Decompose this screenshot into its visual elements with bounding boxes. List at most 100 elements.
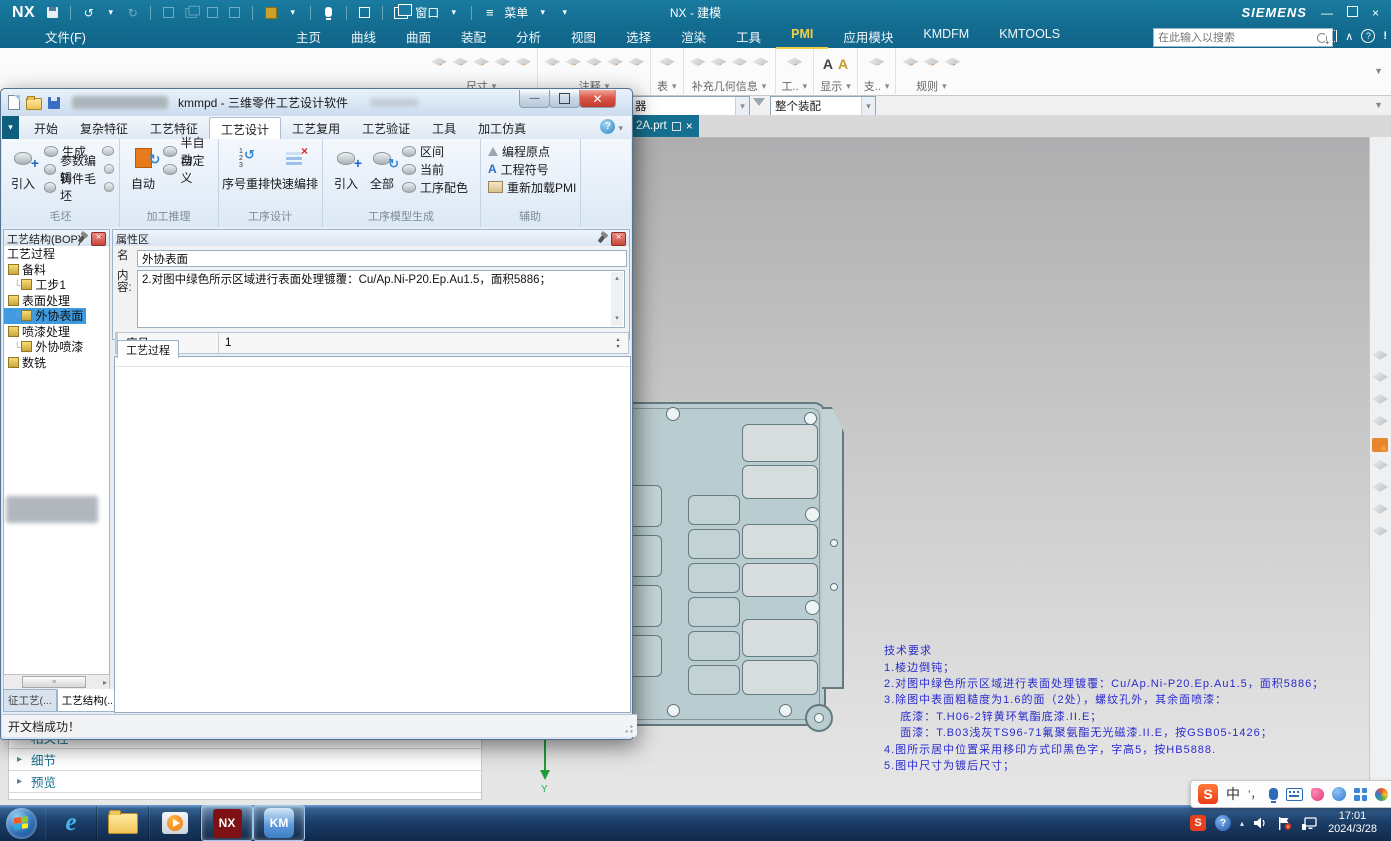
navigator-section-header[interactable]: 细节: [9, 749, 481, 771]
tree-item[interactable]: 外协喷漆: [4, 339, 86, 355]
action-center-flag-icon[interactable]: ×: [1277, 816, 1292, 831]
operation-color-button[interactable]: 工序配色: [402, 178, 478, 196]
tree-item[interactable]: 外协表面: [4, 308, 86, 324]
taskbar-km-button[interactable]: KM: [253, 805, 305, 841]
redo-icon[interactable]: [125, 5, 140, 20]
all-button[interactable]: 全部: [362, 143, 402, 192]
help-tray-icon[interactable]: ?: [1215, 815, 1231, 831]
tree-item[interactable]: 备料: [4, 262, 49, 278]
open-file-icon[interactable]: [26, 98, 42, 110]
selection-filter-combo[interactable]: 器: [630, 96, 750, 116]
scroll-right-icon[interactable]: [103, 678, 109, 687]
minimize-button[interactable]: —: [1321, 6, 1333, 20]
sogou-logo[interactable]: S: [1198, 784, 1218, 804]
dialog-tab[interactable]: 复杂特征: [69, 117, 139, 139]
ribbon-tab[interactable]: 曲线: [336, 24, 391, 49]
tree-item[interactable]: 工步1: [4, 277, 69, 293]
save-file-icon[interactable]: [48, 97, 60, 109]
ribbon-tab[interactable]: 应用模块: [828, 24, 908, 49]
bop-bottom-tab[interactable]: 征工艺(...: [3, 689, 57, 712]
reload-pmi-button[interactable]: 重新加载PMI: [488, 178, 578, 196]
pmi-measure-tool-icon[interactable]: [1372, 416, 1388, 430]
pmi-table-icon[interactable]: [659, 58, 675, 70]
recent-command-dropdown-icon[interactable]: [285, 5, 300, 20]
pmi-annotation-icon[interactable]: [607, 58, 623, 70]
window-menu[interactable]: 窗口: [415, 4, 439, 21]
dialog-tab[interactable]: 加工仿真: [467, 117, 537, 139]
window-dropdown-icon[interactable]: [446, 5, 461, 20]
pmi-edit-tool-icon[interactable]: [1372, 482, 1388, 496]
pmi-display-tool-icon[interactable]: [1372, 350, 1388, 364]
dialog-tab[interactable]: 工艺验证: [351, 117, 421, 139]
cut-icon[interactable]: [161, 5, 176, 20]
import-model-button[interactable]: 引入: [326, 143, 366, 192]
undo-icon[interactable]: [81, 5, 96, 20]
close-tab-icon[interactable]: [686, 119, 693, 133]
pmi-edit-style-icon[interactable]: A: [838, 56, 848, 72]
dialog-tab[interactable]: 开始: [23, 117, 69, 139]
pmi-rule-icon[interactable]: [902, 58, 918, 70]
pmi-dimension-icon[interactable]: [494, 58, 510, 70]
dialog-help-icon[interactable]: ?: [600, 119, 615, 134]
ribbon-tab[interactable]: 工具: [721, 24, 776, 49]
fullscreen-icon[interactable]: [1325, 30, 1337, 42]
renumber-button[interactable]: 123 序号重排: [222, 143, 270, 192]
taskbar-clock[interactable]: 17:01 2024/3/28: [1328, 810, 1381, 836]
pin-icon[interactable]: [672, 122, 681, 131]
pmi-geometry-icon[interactable]: [753, 58, 769, 70]
dialog-restore-button[interactable]: [549, 90, 580, 108]
tree-item[interactable]: 表面处理: [4, 293, 73, 309]
volume-icon[interactable]: [1253, 816, 1268, 830]
pmi-annotation-icon[interactable]: [565, 58, 581, 70]
pmi-rule-icon[interactable]: [944, 58, 960, 70]
selection-bar-overflow-icon[interactable]: ▼: [1374, 100, 1383, 110]
process-tab[interactable]: 工艺过程: [117, 340, 179, 358]
name-field[interactable]: 外协表面: [137, 250, 627, 267]
ribbon-tab[interactable]: KMTOOLS: [984, 24, 1075, 49]
pmi-geometry-icon[interactable]: [732, 58, 748, 70]
pmi-display-tool-icon[interactable]: [1372, 372, 1388, 386]
undo-dropdown-icon[interactable]: [103, 5, 118, 20]
tray-expand-icon[interactable]: [1240, 819, 1244, 828]
current-button[interactable]: 当前: [402, 160, 478, 178]
pmi-dimension-icon[interactable]: [515, 58, 531, 70]
engineering-symbol-button[interactable]: A工程符号: [488, 160, 578, 178]
file-menu[interactable]: 文件(F): [45, 27, 86, 46]
toolbox-icon[interactable]: [1375, 788, 1388, 801]
part-flange[interactable]: [822, 407, 844, 689]
ribbon-tab[interactable]: PMI: [776, 24, 828, 49]
pmi-annotation-icon[interactable]: [544, 58, 560, 70]
qat-overflow-icon[interactable]: [557, 5, 572, 20]
menu-dropdown-icon[interactable]: [535, 5, 550, 20]
resize-grip[interactable]: [623, 723, 635, 735]
pmi-list-tool-icon[interactable]: [1372, 438, 1388, 452]
help-icon[interactable]: ?: [1361, 29, 1375, 43]
taskbar-ie-button[interactable]: e: [45, 806, 97, 840]
touch-mode-icon[interactable]: [357, 5, 372, 20]
voice-command-icon[interactable]: [321, 5, 336, 20]
pmi-style-a-icon[interactable]: A: [823, 56, 833, 72]
process-content-area[interactable]: [114, 356, 631, 713]
pmi-annotation-icon[interactable]: [628, 58, 644, 70]
new-file-icon[interactable]: [8, 95, 20, 110]
search-input[interactable]: [1154, 32, 1317, 44]
pmi-plane-tool-icon[interactable]: [1372, 394, 1388, 408]
sogou-tray-icon[interactable]: S: [1190, 815, 1206, 831]
repeat-icon[interactable]: [227, 5, 242, 20]
import-blank-button[interactable]: 引入: [3, 143, 43, 192]
save-icon[interactable]: [45, 5, 60, 20]
ribbon-tab[interactable]: 分析: [501, 24, 556, 49]
punctuation-indicator[interactable]: ’，: [1248, 786, 1261, 802]
horizontal-scrollbar[interactable]: [3, 674, 110, 690]
close-panel-icon[interactable]: [91, 232, 106, 246]
close-button[interactable]: ×: [1372, 6, 1379, 20]
pmi-support-icon[interactable]: [869, 58, 885, 70]
selection-scope-combo[interactable]: 整个装配: [770, 96, 876, 116]
pmi-tool-icon[interactable]: [786, 58, 802, 70]
recent-command-icon[interactable]: [263, 5, 278, 20]
paste-icon[interactable]: [205, 5, 220, 20]
pmi-dimension-icon[interactable]: [431, 58, 447, 70]
network-icon[interactable]: [1301, 816, 1319, 831]
copy-icon[interactable]: [183, 5, 198, 20]
dialog-titlebar[interactable]: kmmpd - 三维零件工艺设计软件 — ✕: [1, 89, 632, 116]
